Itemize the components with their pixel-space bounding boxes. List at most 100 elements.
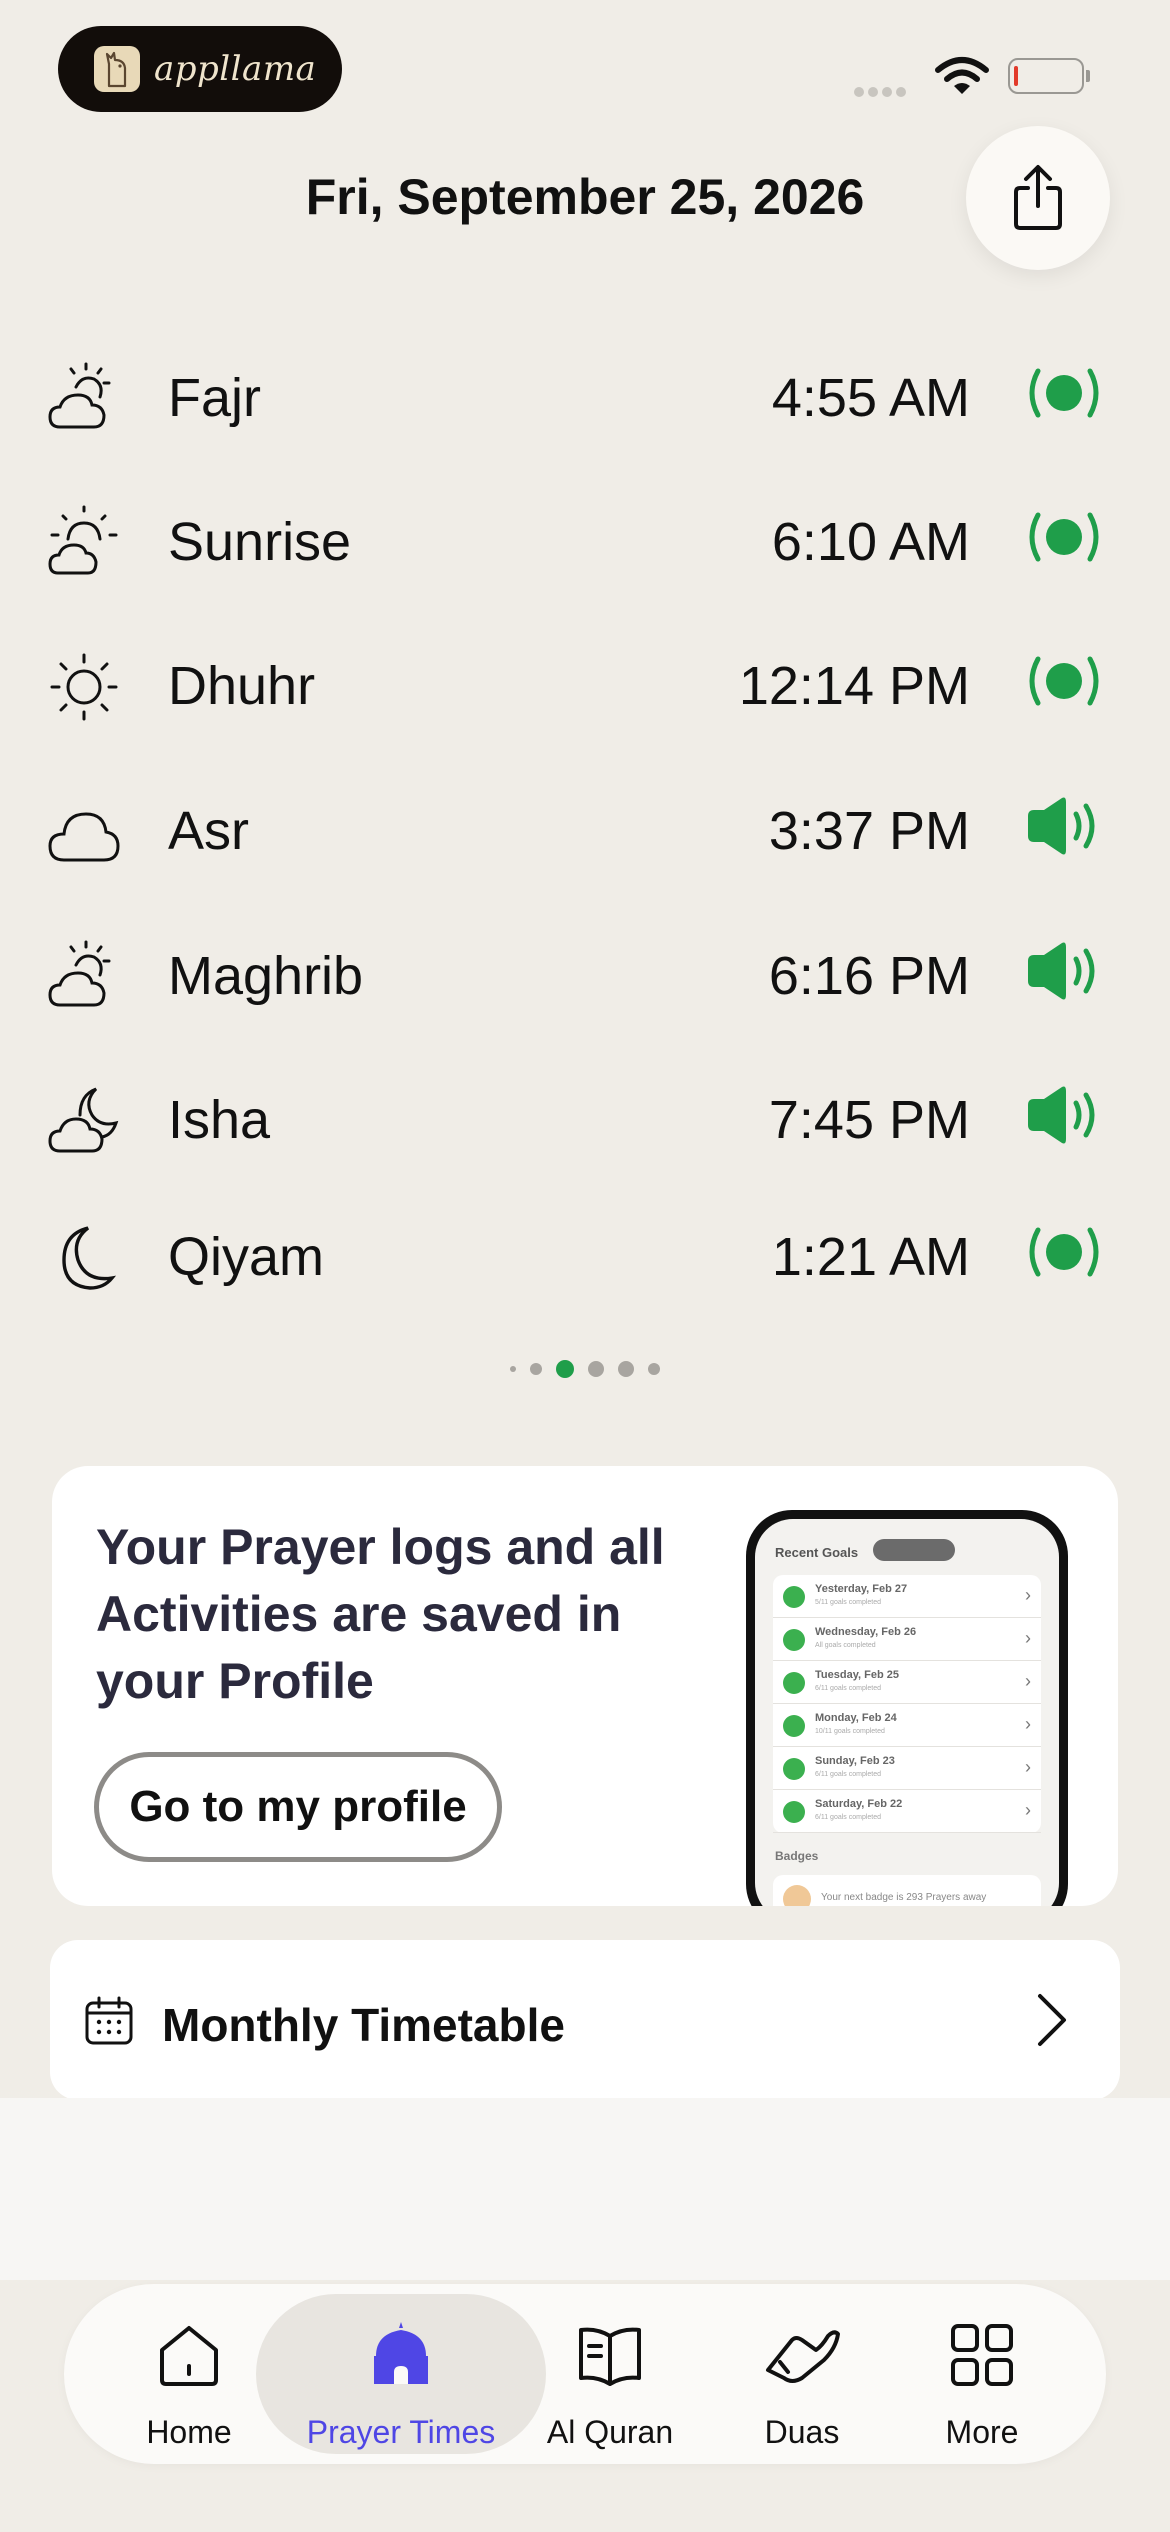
bottom-tab-bar: Home Prayer Times Al Quran Duas More bbox=[64, 2284, 1106, 2464]
share-icon bbox=[1014, 165, 1062, 230]
speaker-icon[interactable] bbox=[1024, 794, 1104, 858]
prayer-row-asr[interactable]: Asr 3:37 PM bbox=[0, 766, 1170, 886]
battery-tip bbox=[1086, 70, 1090, 82]
speaker-icon[interactable] bbox=[1024, 1083, 1104, 1147]
cloud-icon bbox=[46, 794, 122, 870]
prayer-time: 3:37 PM bbox=[768, 801, 970, 861]
prayer-time: 6:16 PM bbox=[768, 946, 970, 1006]
tab-more[interactable]: More bbox=[912, 2284, 1052, 2464]
check-icon bbox=[783, 1672, 805, 1694]
speaker-icon[interactable] bbox=[1024, 939, 1104, 1003]
tab-label: More bbox=[945, 2414, 1019, 2450]
mock-goal-item: Saturday, Feb 22 6/11 goals completed › bbox=[773, 1790, 1041, 1833]
check-icon bbox=[783, 1586, 805, 1608]
profile-promo-card: Your Prayer logs and all Activities are … bbox=[52, 1466, 1118, 1906]
prayer-name: Qiyam bbox=[168, 1227, 325, 1287]
tab-duas[interactable]: Duas bbox=[732, 2284, 872, 2464]
mock-goal-title: Tuesday, Feb 25 bbox=[815, 1669, 899, 1681]
cloud-moon-icon bbox=[46, 1083, 122, 1159]
mock-goal-sub: 10/11 goals completed bbox=[815, 1728, 885, 1735]
mock-goal-item: Tuesday, Feb 25 6/11 goals completed › bbox=[773, 1661, 1041, 1704]
mock-goal-sub: All goals completed bbox=[815, 1642, 876, 1649]
page-dot[interactable] bbox=[510, 1366, 516, 1372]
tab-label: Prayer Times bbox=[306, 2414, 496, 2450]
chevron-right-icon: › bbox=[1025, 1671, 1031, 1691]
page-dot[interactable] bbox=[618, 1361, 634, 1377]
chevron-right-icon: › bbox=[1025, 1757, 1031, 1777]
page-indicator[interactable] bbox=[0, 1360, 1170, 1378]
chevron-right-icon: › bbox=[1025, 1628, 1031, 1648]
mock-goal-title: Saturday, Feb 22 bbox=[815, 1798, 903, 1810]
prayer-row-sunrise[interactable]: Sunrise 6:10 AM bbox=[0, 477, 1170, 597]
page-dot[interactable] bbox=[588, 1361, 604, 1377]
notification-dot-icon[interactable] bbox=[1024, 649, 1104, 713]
mock-badges-label: Badges bbox=[775, 1849, 819, 1863]
notification-dot-icon[interactable] bbox=[1024, 505, 1104, 569]
mock-goal-title: Wednesday, Feb 26 bbox=[815, 1626, 917, 1638]
prayer-time: 7:45 PM bbox=[768, 1090, 970, 1150]
go-to-profile-button[interactable]: Go to my profile bbox=[94, 1752, 502, 1862]
book-icon bbox=[575, 2320, 645, 2395]
prayer-row-maghrib[interactable]: Maghrib 6:16 PM bbox=[0, 911, 1170, 1031]
brand-badge: appllama bbox=[58, 26, 342, 112]
mock-recent-goals-label: Recent Goals bbox=[775, 1545, 859, 1560]
mock-goal-sub: 6/11 goals completed bbox=[815, 1771, 882, 1778]
cloud-sun-icon bbox=[46, 939, 122, 1015]
prayer-time: 6:10 AM bbox=[771, 512, 970, 572]
tab-al-quran[interactable]: Al Quran bbox=[540, 2284, 680, 2464]
llama-logo-icon bbox=[94, 46, 140, 92]
mock-goal-item: Monday, Feb 24 10/11 goals completed › bbox=[773, 1704, 1041, 1747]
tab-prayer-times[interactable]: Prayer Times bbox=[256, 2284, 546, 2464]
chevron-right-icon: › bbox=[1025, 1714, 1031, 1734]
chevron-right-icon bbox=[1038, 1994, 1066, 2046]
notification-dot-icon[interactable] bbox=[1024, 1220, 1104, 1284]
battery-icon bbox=[1008, 58, 1084, 94]
cloud-sun-icon bbox=[46, 361, 122, 437]
monthly-timetable-button[interactable]: Monthly Timetable bbox=[50, 1940, 1120, 2100]
chevron-right-icon: › bbox=[1025, 1585, 1031, 1605]
mock-next-badge-text: Your next badge is 293 Prayers away bbox=[821, 1892, 987, 1903]
sun-icon bbox=[46, 649, 122, 725]
prayer-row-isha[interactable]: Isha 7:45 PM bbox=[0, 1055, 1170, 1175]
prayer-name: Fajr bbox=[168, 368, 261, 428]
check-icon bbox=[783, 1629, 805, 1651]
mock-goal-sub: 6/11 goals completed bbox=[815, 1814, 882, 1821]
cellular-signal-icon bbox=[854, 84, 910, 102]
tab-label: Duas bbox=[764, 2414, 840, 2450]
chevron-right-icon: › bbox=[1025, 1800, 1031, 1820]
prayer-time: 4:55 AM bbox=[771, 368, 970, 428]
check-icon bbox=[783, 1758, 805, 1780]
prayer-time: 12:14 PM bbox=[738, 656, 970, 716]
moon-icon bbox=[46, 1220, 122, 1296]
share-button[interactable] bbox=[966, 126, 1110, 270]
phone-mockup-image: Recent Goals Yesterday, Feb 27 5/11 goals… bbox=[746, 1510, 1068, 1906]
tab-label: Al Quran bbox=[546, 2414, 674, 2450]
prayer-row-qiyam[interactable]: Qiyam 1:21 AM bbox=[0, 1192, 1170, 1312]
mock-goal-title: Sunday, Feb 23 bbox=[815, 1755, 895, 1767]
check-icon bbox=[783, 1715, 805, 1737]
praying-hands-icon bbox=[762, 2320, 842, 2395]
page-dot[interactable] bbox=[648, 1363, 660, 1375]
notification-dot-icon[interactable] bbox=[1024, 361, 1104, 425]
tab-home[interactable]: Home bbox=[124, 2284, 254, 2464]
profile-promo-text: Your Prayer logs and all Activities are … bbox=[96, 1519, 665, 1709]
mock-goal-item: Sunday, Feb 23 6/11 goals completed › bbox=[773, 1747, 1041, 1790]
page-dot[interactable] bbox=[556, 1360, 574, 1378]
prayer-name: Maghrib bbox=[168, 946, 364, 1006]
mock-goal-item: Wednesday, Feb 26 All goals completed › bbox=[773, 1618, 1041, 1661]
prayer-row-dhuhr[interactable]: Dhuhr 12:14 PM bbox=[0, 621, 1170, 741]
mock-goal-sub: 6/11 goals completed bbox=[815, 1685, 882, 1692]
mock-goal-title: Monday, Feb 24 bbox=[815, 1712, 897, 1724]
mock-goal-title: Yesterday, Feb 27 bbox=[815, 1583, 908, 1595]
mosque-icon bbox=[366, 2320, 436, 2395]
sunrise-icon bbox=[46, 505, 122, 581]
page-dot[interactable] bbox=[530, 1363, 542, 1375]
check-icon bbox=[783, 1801, 805, 1823]
mock-goal-sub: 5/11 goals completed bbox=[815, 1599, 882, 1606]
prayer-name: Sunrise bbox=[168, 512, 352, 572]
content-bottom-area bbox=[0, 2098, 1170, 2280]
prayer-name: Dhuhr bbox=[168, 656, 316, 716]
tab-label: Home bbox=[146, 2414, 232, 2450]
prayer-row-fajr[interactable]: Fajr 4:55 AM bbox=[0, 333, 1170, 453]
grid-icon bbox=[947, 2320, 1017, 2395]
